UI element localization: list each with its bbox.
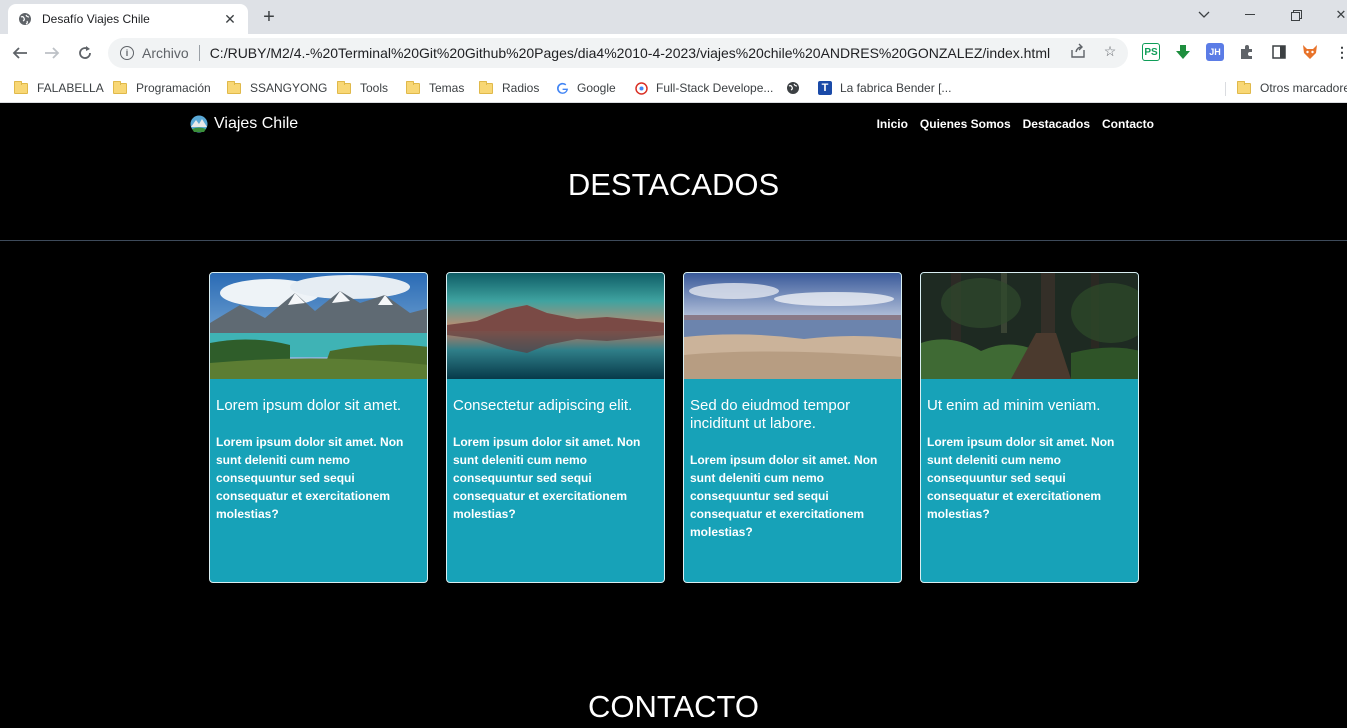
- menu-dots-icon[interactable]: ⋮: [1333, 43, 1347, 61]
- new-tab-icon[interactable]: +: [258, 6, 280, 28]
- card-3: Sed do eiudmod tempor inciditunt ut labo…: [683, 272, 902, 583]
- folder-icon: [479, 80, 493, 94]
- browser-tab[interactable]: Desafío Viajes Chile ✕: [8, 4, 248, 34]
- bookmark-star-icon[interactable]: ☆: [1101, 42, 1119, 60]
- card-text: Lorem ipsum dolor sit amet. Non sunt del…: [216, 435, 404, 521]
- browser-tab-bar: Desafío Viajes Chile ✕ + ✕: [0, 0, 1347, 34]
- forest-path-photo: [921, 273, 1138, 379]
- section-divider: [0, 240, 1347, 241]
- fullstack-icon: [634, 81, 648, 95]
- card-4: Ut enim ad minim veniam. Lorem ipsum dol…: [920, 272, 1139, 583]
- back-icon[interactable]: [8, 41, 32, 65]
- folder-icon: [337, 80, 351, 94]
- ps-extension-icon[interactable]: PS: [1142, 43, 1160, 61]
- site-brand[interactable]: Viajes Chile: [189, 114, 298, 134]
- bookmark-item[interactable]: Temas: [406, 77, 464, 99]
- bookmark-label: Google: [577, 81, 616, 95]
- tab-title: Desafío Viajes Chile: [42, 12, 150, 26]
- bookmark-item[interactable]: T La fabrica Bender [...: [818, 77, 951, 99]
- side-panel-icon[interactable]: [1270, 43, 1288, 61]
- volcano-reflection-photo: [447, 273, 664, 379]
- address-bar[interactable]: i Archivo C:/RUBY/M2/4.-%20Terminal%20Gi…: [108, 38, 1128, 68]
- forward-icon[interactable]: [40, 41, 64, 65]
- card-1: Lorem ipsum dolor sit amet. Lorem ipsum …: [209, 272, 428, 583]
- card-text: Lorem ipsum dolor sit amet. Non sunt del…: [927, 435, 1115, 521]
- restore-icon[interactable]: [1281, 4, 1311, 26]
- info-icon[interactable]: i: [120, 46, 134, 60]
- other-bookmarks[interactable]: Otros marcadores: [1237, 77, 1347, 99]
- folder-icon: [227, 80, 241, 94]
- brand-logo-icon: [190, 115, 208, 133]
- card-text: Lorem ipsum dolor sit amet. Non sunt del…: [690, 453, 878, 539]
- card-body: Lorem ipsum dolor sit amet. Lorem ipsum …: [210, 379, 427, 523]
- bookmark-label: Programación: [136, 81, 211, 95]
- bookmark-label: Radios: [502, 81, 540, 95]
- address-separator: [198, 45, 200, 61]
- other-bookmarks-label: Otros marcadores: [1260, 81, 1347, 95]
- bookmarks-bar: FALABELLA Programación SSANGYONG Tools T…: [0, 72, 1347, 103]
- globe-icon: [786, 81, 800, 95]
- bookmark-item[interactable]: SSANGYONG: [227, 77, 327, 99]
- bookmark-label: Temas: [429, 81, 465, 95]
- section-title-contacto: CONTACTO: [587, 689, 760, 724]
- card-title: Consectetur adipiscing elit.: [453, 397, 633, 414]
- address-prefix: Archivo: [142, 45, 189, 61]
- bookmark-label: SSANGYONG: [250, 81, 328, 95]
- bookmark-item[interactable]: Programación: [113, 77, 211, 99]
- page-viewport: Viajes Chile Inicio Quienes Somos Destac…: [0, 103, 1347, 728]
- bookmark-item[interactable]: Google: [555, 77, 616, 99]
- folder-icon: [14, 80, 28, 94]
- card-title: Ut enim ad minim veniam.: [927, 397, 1101, 414]
- bookmark-item[interactable]: FALABELLA: [14, 77, 104, 99]
- card-text: Lorem ipsum dolor sit amet. Non sunt del…: [453, 435, 641, 521]
- folder-icon: [1237, 80, 1251, 94]
- bookmarks-separator: [1225, 82, 1226, 96]
- folder-icon: [406, 80, 420, 94]
- bookmark-item[interactable]: Tools: [337, 77, 388, 99]
- profile-fox-icon[interactable]: [1301, 43, 1319, 61]
- bookmark-item[interactable]: [786, 77, 808, 99]
- bookmark-item[interactable]: Full-Stack Develope...: [634, 77, 773, 99]
- nav-link-destacados[interactable]: Destacados: [1023, 117, 1090, 131]
- reload-icon[interactable]: [73, 41, 97, 65]
- nav-links: Inicio Quienes Somos Destacados Contacto: [877, 117, 1154, 131]
- card-body: Consectetur adipiscing elit. Lorem ipsum…: [447, 379, 664, 523]
- close-window-icon[interactable]: ✕: [1326, 4, 1347, 26]
- nav-link-inicio[interactable]: Inicio: [877, 117, 908, 131]
- share-icon[interactable]: [1069, 42, 1087, 60]
- section-title-destacados: DESTACADOS: [567, 167, 780, 202]
- bookmark-item[interactable]: Radios: [479, 77, 539, 99]
- nav-link-contacto[interactable]: Contacto: [1102, 117, 1154, 131]
- bookmark-label: Tools: [360, 81, 389, 95]
- card-body: Ut enim ad minim veniam. Lorem ipsum dol…: [921, 379, 1138, 523]
- minimize-icon[interactable]: [1235, 4, 1265, 26]
- card-body: Sed do eiudmod tempor inciditunt ut labo…: [684, 379, 901, 541]
- card-2: Consectetur adipiscing elit. Lorem ipsum…: [446, 272, 665, 583]
- extensions-puzzle-icon[interactable]: [1238, 43, 1256, 61]
- bookmark-label: Full-Stack Develope...: [656, 81, 774, 95]
- browser-toolbar: i Archivo C:/RUBY/M2/4.-%20Terminal%20Gi…: [0, 34, 1347, 72]
- close-tab-icon[interactable]: ✕: [222, 11, 238, 27]
- nav-link-quienes-somos[interactable]: Quienes Somos: [920, 117, 1011, 131]
- mountains-lake-photo: [210, 273, 427, 379]
- salt-flat-photo: [684, 273, 901, 379]
- folder-icon: [113, 80, 127, 94]
- site-navbar: Viajes Chile Inicio Quienes Somos Destac…: [0, 103, 1347, 145]
- chevron-down-icon[interactable]: [1189, 4, 1219, 26]
- bookmark-label: La fabrica Bender [...: [840, 81, 952, 95]
- google-icon: [555, 81, 569, 95]
- globe-icon: [18, 12, 32, 26]
- brand-name: Viajes Chile: [214, 115, 299, 132]
- bookmark-label: FALABELLA: [37, 81, 104, 95]
- jh-extension-icon[interactable]: JH: [1206, 43, 1224, 61]
- card-title: Sed do eiudmod tempor inciditunt ut labo…: [690, 397, 851, 432]
- url-text[interactable]: C:/RUBY/M2/4.-%20Terminal%20Git%20Github…: [210, 45, 1050, 61]
- card-title: Lorem ipsum dolor sit amet.: [216, 397, 402, 414]
- bender-icon: T: [818, 81, 832, 95]
- download-extension-icon[interactable]: [1174, 43, 1192, 61]
